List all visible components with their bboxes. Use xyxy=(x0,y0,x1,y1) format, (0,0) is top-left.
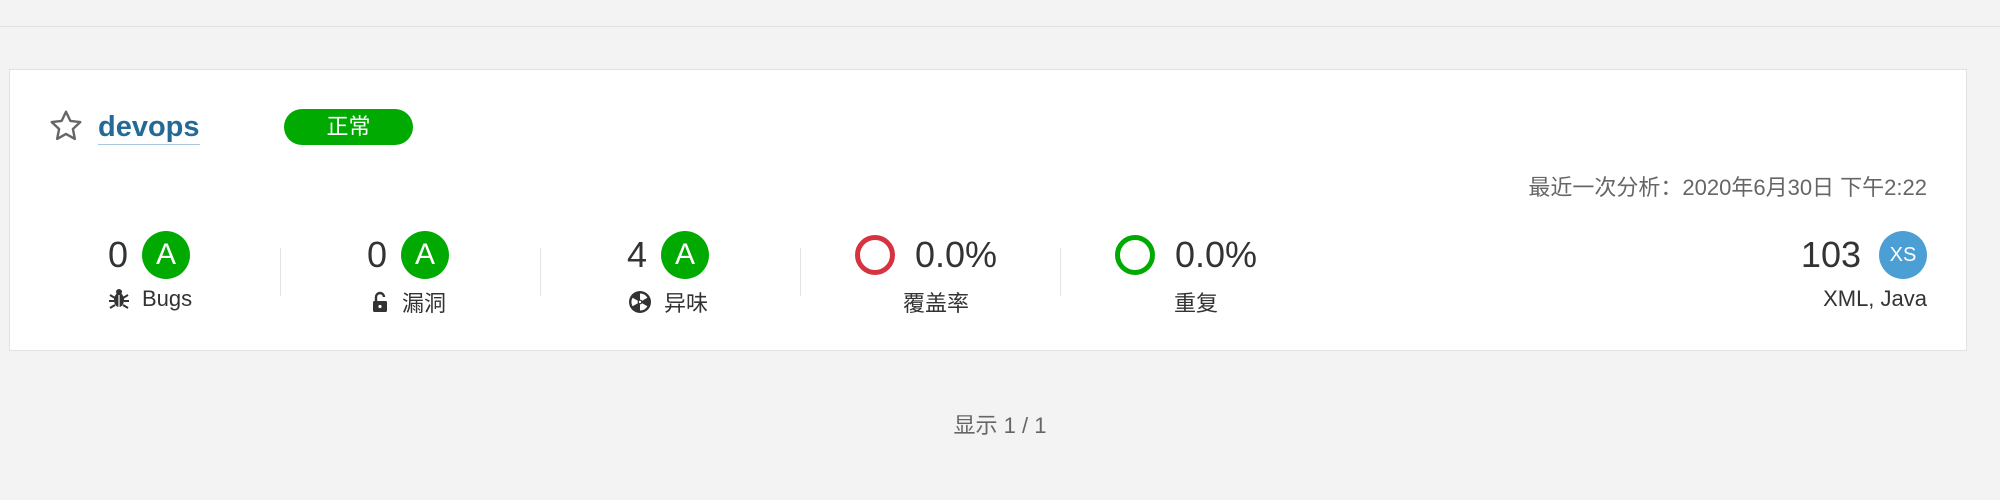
metric-bugs: 0 A Bugs xyxy=(108,228,192,318)
metric-code-smells: 4 A 异味 xyxy=(627,228,710,318)
bugs-count[interactable]: 0 xyxy=(108,234,128,276)
metric-divider xyxy=(800,248,801,296)
bug-icon xyxy=(109,289,129,309)
radiation-icon xyxy=(629,291,651,313)
metric-vulnerabilities: 0 A 漏洞 xyxy=(367,228,450,318)
vulnerabilities-count[interactable]: 0 xyxy=(367,234,387,276)
languages-label: XML, Java xyxy=(1823,286,1927,311)
bugs-label: Bugs xyxy=(142,286,193,311)
last-analysis-date: 最近一次分析：2020年6月30日 下午2:22 xyxy=(1528,170,1927,202)
metric-divider xyxy=(1060,248,1061,296)
project-name-link[interactable]: devops xyxy=(98,110,200,145)
vulnerabilities-label: 漏洞 xyxy=(402,291,447,316)
unlock-icon xyxy=(373,291,387,312)
last-analysis-value: 2020年6月30日 下午2:22 xyxy=(1682,175,1927,200)
duplications-label: 重复 xyxy=(1174,291,1219,316)
lines-of-code-value[interactable]: 103 xyxy=(1801,234,1861,276)
size-rating-badge: XS xyxy=(1879,231,1927,279)
duplications-ring-icon xyxy=(1115,235,1155,275)
favorite-star-icon[interactable] xyxy=(48,108,84,144)
metric-divider xyxy=(280,248,281,296)
last-analysis-label: 最近一次分析： xyxy=(1528,175,1683,200)
code-smells-count[interactable]: 4 xyxy=(627,234,647,276)
top-divider xyxy=(0,26,2000,27)
bugs-rating[interactable]: A xyxy=(142,231,191,279)
coverage-label: 覆盖率 xyxy=(903,291,970,316)
duplications-value[interactable]: 0.0% xyxy=(1175,234,1257,276)
metric-divider xyxy=(540,248,541,296)
coverage-ring-icon xyxy=(855,235,895,275)
code-smells-label: 异味 xyxy=(664,291,709,316)
coverage-value[interactable]: 0.0% xyxy=(915,234,997,276)
vulnerabilities-rating[interactable]: A xyxy=(401,231,450,279)
quality-gate-badge: 正常 xyxy=(284,109,413,145)
metric-size: 103 XS XML, Java xyxy=(1801,228,1927,312)
metric-coverage: 0.0% 覆盖率 xyxy=(855,228,997,318)
code-smells-rating[interactable]: A xyxy=(661,231,710,279)
metric-duplications: 0.0% 重复 xyxy=(1115,228,1257,318)
project-card: devops 正常 最近一次分析：2020年6月30日 下午2:22 0 A B… xyxy=(9,69,1967,351)
pagination-summary: 显示 1 / 1 xyxy=(953,413,1047,438)
